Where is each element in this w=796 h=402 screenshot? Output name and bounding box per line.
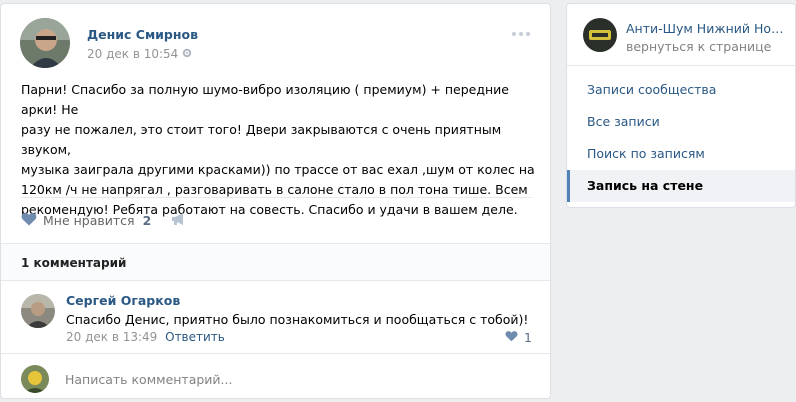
comment-text: Спасибо Денис, приятно было познакомитьс…: [66, 312, 529, 327]
my-avatar[interactable]: [21, 365, 49, 393]
group-sidebar: Анти-Шум Нижний Новгород вернуться к стр…: [566, 3, 796, 208]
like-button[interactable]: Мне нравится 2: [21, 212, 151, 229]
sidebar-item-wall-post[interactable]: Запись на стене: [567, 170, 795, 202]
comment-date[interactable]: 20 дек в 13:49: [66, 330, 157, 344]
commenter-avatar[interactable]: [21, 294, 55, 328]
comments-count: 1 комментарий: [21, 256, 127, 270]
divider: [21, 197, 532, 198]
like-count: 2: [142, 212, 152, 228]
back-to-page-link[interactable]: вернуться к странице: [626, 39, 771, 54]
post-actions: Мне нравится 2: [21, 210, 187, 230]
author-avatar[interactable]: [20, 18, 70, 68]
comment-input[interactable]: Написать комментарий...: [65, 372, 232, 387]
post-header: Денис Смирнов 20 дек в 10:54: [20, 18, 532, 74]
more-actions-icon[interactable]: [512, 32, 532, 38]
group-header: Анти-Шум Нижний Новгород вернуться к стр…: [567, 4, 795, 66]
comment-like-count: 1: [524, 330, 532, 345]
post-date[interactable]: 20 дек в 10:54: [87, 47, 192, 61]
post-text-line: разу не пожалел, это стоит того! Двери з…: [21, 122, 502, 157]
post-text: Парни! Спасибо за полную шумо-вибро изол…: [21, 80, 536, 220]
post-author[interactable]: Денис Смирнов: [87, 27, 198, 42]
sidebar-item-community-posts[interactable]: Записи сообщества: [567, 74, 795, 106]
comment-composer: Написать комментарий...: [1, 353, 550, 398]
post-text-line: Парни! Спасибо за полную шумо-вибро изол…: [21, 82, 509, 117]
wall-post: Денис Смирнов 20 дек в 10:54 Парни! Спас…: [0, 3, 551, 399]
comment-author[interactable]: Сергей Огарков: [66, 293, 180, 308]
group-avatar[interactable]: [583, 18, 617, 52]
sidebar-menu: Записи сообщества Все записи Поиск по за…: [567, 74, 795, 202]
share-button[interactable]: [171, 212, 187, 229]
like-label: Мне нравится: [43, 212, 135, 228]
comment-meta: 20 дек в 13:49 Ответить: [66, 330, 225, 344]
heart-icon: [505, 330, 518, 345]
heart-icon: [21, 212, 37, 229]
post-text-line: музыка заиграла другими красками)) по тр…: [21, 162, 535, 177]
comments-header: 1 комментарий: [1, 243, 550, 281]
megaphone-icon: [171, 212, 187, 229]
comment-like-button[interactable]: 1: [505, 330, 532, 345]
post-date-text[interactable]: 20 дек в 10:54: [87, 47, 178, 61]
group-name[interactable]: Анти-Шум Нижний Новгород: [626, 21, 786, 36]
gear-icon[interactable]: [182, 47, 192, 61]
reply-button[interactable]: Ответить: [165, 330, 225, 344]
sidebar-item-search-posts[interactable]: Поиск по записям: [567, 138, 795, 170]
comment-item: Сергей Огарков Спасибо Денис, приятно бы…: [1, 282, 550, 352]
sidebar-item-all-posts[interactable]: Все записи: [567, 106, 795, 138]
